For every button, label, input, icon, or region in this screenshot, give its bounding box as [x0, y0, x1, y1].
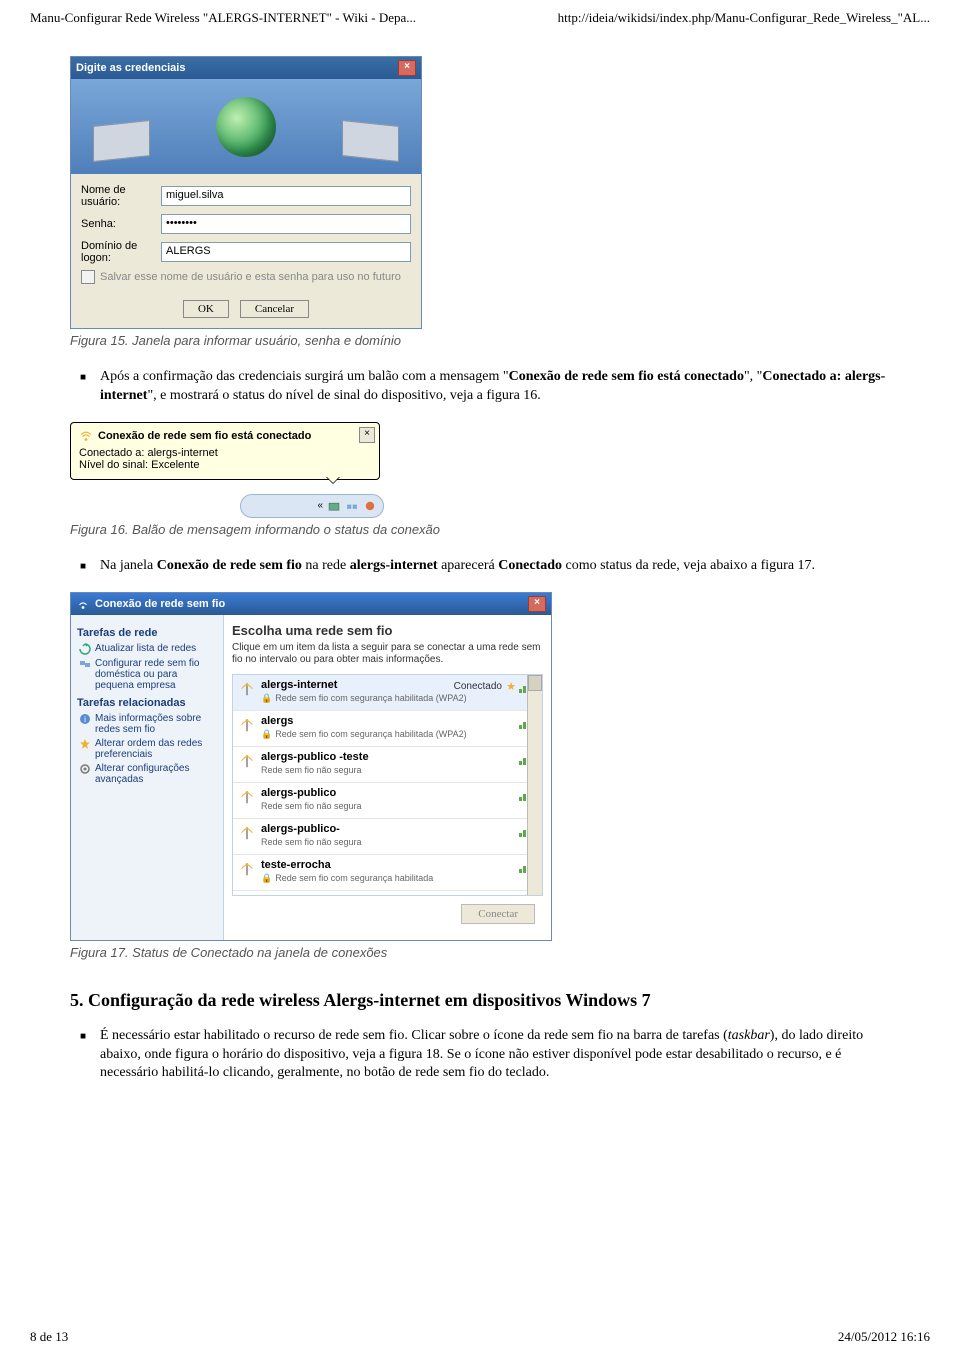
- username-input[interactable]: miguel.silva: [161, 186, 411, 206]
- antenna-icon: [238, 859, 256, 877]
- task-group-heading: Tarefas relacionadas: [77, 697, 217, 709]
- print-header: Manu-Configurar Rede Wireless "ALERGS-IN…: [30, 10, 930, 26]
- task-pane: Tarefas de rede Atualizar lista de redes…: [71, 615, 224, 940]
- network-name: alergs-publico -teste: [261, 751, 536, 763]
- globe-icon: [216, 97, 276, 157]
- window-titlebar: Conexão de rede sem fio ×: [71, 593, 551, 615]
- system-tray: «: [240, 494, 384, 518]
- password-label: Senha:: [81, 218, 161, 230]
- cancel-button[interactable]: Cancelar: [240, 300, 309, 318]
- page-number: 8 de 13: [30, 1329, 68, 1345]
- wifi-icon: [79, 429, 93, 443]
- dialog-titlebar: Digite as credenciais ×: [71, 57, 421, 79]
- figure-caption: Figura 17. Status de Conectado na janela…: [70, 945, 930, 960]
- close-icon[interactable]: ×: [359, 427, 375, 443]
- network-row[interactable]: teste-errocha 🔒Rede sem fio com segurança…: [233, 855, 542, 891]
- domain-label: Domínio de logon:: [81, 240, 161, 264]
- close-icon[interactable]: ×: [398, 60, 416, 76]
- password-input[interactable]: ••••••••: [161, 214, 411, 234]
- antenna-icon: [238, 823, 256, 841]
- balloon-line: Nível do sinal: Excelente: [79, 459, 357, 471]
- task-refresh[interactable]: Atualizar lista de redes: [79, 643, 217, 655]
- header-right: http://ideia/wikidsi/index.php/Manu-Conf…: [558, 10, 930, 26]
- tray-icon[interactable]: [363, 499, 377, 513]
- checkbox-label: Salvar esse nome de usuário e esta senha…: [100, 271, 401, 283]
- wireless-connections-window: Conexão de rede sem fio × Tarefas de red…: [70, 592, 552, 941]
- network-row[interactable]: alergs-publico -teste Rede sem fio não se…: [233, 747, 542, 783]
- balloon-line: Conectado a: alergs-internet: [79, 447, 357, 459]
- network-list: alergs-internet🔒Rede sem fio com seguran…: [232, 674, 543, 896]
- network-row[interactable]: alergs-publico Rede sem fio não segura: [233, 783, 542, 819]
- laptop-icon: [342, 120, 399, 162]
- scrollbar[interactable]: [527, 675, 542, 895]
- connect-button[interactable]: Conectar: [461, 904, 535, 924]
- ok-button[interactable]: OK: [183, 300, 229, 318]
- main-instruction: Clique em um item da lista a seguir para…: [232, 642, 543, 666]
- network-status: Conectado: [454, 681, 502, 692]
- body-text: Na janela Conexão de rede sem fio na red…: [100, 557, 890, 576]
- main-heading: Escolha uma rede sem fio: [232, 623, 543, 638]
- task-setup-network[interactable]: Configurar rede sem fio doméstica ou par…: [79, 658, 217, 691]
- save-credentials-checkbox[interactable]: Salvar esse nome de usuário e esta senha…: [81, 270, 411, 284]
- network-row[interactable]: alergs-internet🔒Rede sem fio com seguran…: [233, 675, 542, 711]
- task-advanced-settings[interactable]: Alterar configurações avançadas: [79, 763, 217, 785]
- dialog-title: Digite as credenciais: [76, 62, 185, 74]
- connection-balloon: Conexão de rede sem fio está conectado ×…: [70, 422, 380, 518]
- task-group-heading: Tarefas de rede: [77, 627, 217, 639]
- tray-icon[interactable]: [327, 499, 341, 513]
- figure-caption: Figura 16. Balão de mensagem informando …: [70, 522, 930, 537]
- figure-caption: Figura 15. Janela para informar usuário,…: [70, 333, 930, 348]
- network-security: Rede sem fio não segura: [261, 801, 536, 811]
- antenna-icon: [238, 679, 256, 697]
- dialog-banner: [71, 79, 421, 174]
- header-left: Manu-Configurar Rede Wireless "ALERGS-IN…: [30, 10, 416, 26]
- network-name: alergs-publico-: [261, 823, 536, 835]
- print-timestamp: 24/05/2012 16:16: [838, 1329, 930, 1345]
- body-text: Após a confirmação das credenciais surgi…: [100, 368, 890, 406]
- network-security: 🔒Rede sem fio com segurança habilitada: [261, 873, 536, 884]
- print-footer: 8 de 13 24/05/2012 16:16: [30, 1329, 930, 1345]
- section-heading: 5. Configuração da rede wireless Alergs-…: [70, 990, 890, 1011]
- wifi-icon: [76, 597, 90, 611]
- svg-text:i: i: [84, 715, 86, 724]
- checkbox-icon: [81, 270, 95, 284]
- network-security: Rede sem fio não segura: [261, 765, 536, 775]
- credentials-dialog: Digite as credenciais × Nome de usuário:…: [70, 56, 422, 329]
- antenna-icon: [238, 787, 256, 805]
- network-security: 🔒Rede sem fio com segurança habilitada (…: [261, 693, 536, 704]
- balloon-title: Conexão de rede sem fio está conectado: [98, 430, 311, 442]
- task-more-info[interactable]: iMais informações sobre redes sem fio: [79, 713, 217, 735]
- antenna-icon: [238, 751, 256, 769]
- network-name: teste-errocha: [261, 859, 536, 871]
- domain-input[interactable]: ALERGS: [161, 242, 411, 262]
- username-label: Nome de usuário:: [81, 184, 161, 208]
- network-name: alergs-publico: [261, 787, 536, 799]
- close-icon[interactable]: ×: [528, 596, 546, 612]
- network-row[interactable]: alergs 🔒Rede sem fio com segurança habili…: [233, 711, 542, 747]
- antenna-icon: [238, 715, 256, 733]
- network-row[interactable]: alergs-publico- Rede sem fio não segura: [233, 819, 542, 855]
- task-change-order[interactable]: Alterar ordem das redes preferenciais: [79, 738, 217, 760]
- chevron-left-icon[interactable]: «: [317, 500, 323, 511]
- star-icon: ★: [506, 680, 516, 693]
- network-name: alergs: [261, 715, 536, 727]
- laptop-icon: [93, 120, 150, 162]
- network-tray-icon[interactable]: [345, 499, 359, 513]
- network-security: Rede sem fio não segura: [261, 837, 536, 847]
- window-title: Conexão de rede sem fio: [95, 598, 225, 610]
- body-text: É necessário estar habilitado o recurso …: [100, 1027, 890, 1084]
- network-security: 🔒Rede sem fio com segurança habilitada (…: [261, 729, 536, 740]
